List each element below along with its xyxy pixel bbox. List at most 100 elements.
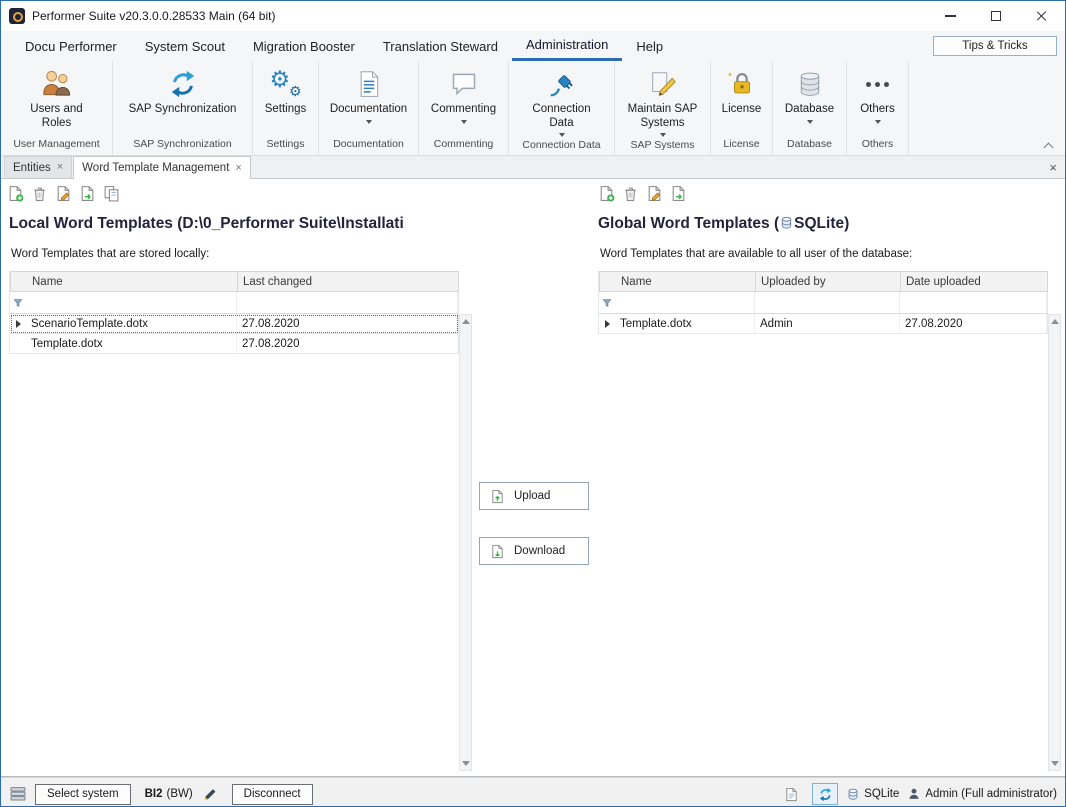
filter-cell-date-uploaded[interactable] <box>900 292 1047 313</box>
connected-system-name: BI2 <box>145 788 163 800</box>
delete-template-button[interactable] <box>620 183 640 203</box>
ribbon-group-label: User Management <box>1 136 112 155</box>
column-header-last-changed[interactable]: Last changed <box>238 272 458 291</box>
cell-name: Template.dotx <box>615 314 755 333</box>
add-file-icon <box>7 185 24 202</box>
table-row[interactable]: Template.dotx 27.08.2020 <box>10 334 459 354</box>
delete-template-button[interactable] <box>29 183 49 203</box>
row-selector <box>10 334 26 353</box>
user-status: Admin (Full administrator) <box>907 787 1057 801</box>
minimize-button[interactable] <box>927 1 973 31</box>
local-templates-toolbar <box>5 183 121 203</box>
ribbon-group-label: Settings <box>253 136 318 155</box>
column-header-name[interactable]: Name <box>27 272 238 291</box>
connected-system-type: (BW) <box>166 788 192 800</box>
table-row[interactable]: Template.dotx Admin 27.08.2020 <box>599 314 1048 334</box>
table-header-row: Name Last changed <box>10 271 459 292</box>
edit-template-button[interactable] <box>668 183 688 203</box>
tips-tricks-button[interactable]: Tips & Tricks <box>933 36 1057 56</box>
filter-icon <box>599 292 615 313</box>
filter-cell-last-changed[interactable] <box>237 292 458 313</box>
select-system-button[interactable]: Select system <box>35 784 131 805</box>
pen-icon <box>203 787 218 802</box>
sap-synchronization-button[interactable]: SAP Synchronization <box>113 61 252 136</box>
add-template-button[interactable] <box>596 183 616 203</box>
connection-data-button[interactable]: Connection Data <box>509 61 614 137</box>
settings-button[interactable]: ⚙⚙ Settings <box>253 61 318 136</box>
global-templates-table: Name Uploaded by Date uploaded Template.… <box>598 271 1048 334</box>
filter-cell-name[interactable] <box>26 292 237 313</box>
filter-cell-name[interactable] <box>615 292 755 313</box>
ribbon-group-connection-data: Connection Data Connection Data <box>509 61 615 155</box>
ribbon-item-label: Documentation <box>330 103 407 117</box>
tab-entities[interactable]: Entities × <box>4 156 72 178</box>
menu-tab-administration[interactable]: Administration <box>512 31 622 61</box>
filter-row <box>599 292 1048 314</box>
scroll-down-icon[interactable] <box>1051 761 1059 766</box>
open-file-icon <box>670 185 687 202</box>
chevron-down-icon <box>875 120 881 124</box>
ribbon-item-label: SAP Synchronization <box>129 103 237 117</box>
license-button[interactable]: * License <box>711 61 772 136</box>
user-label: Admin (Full administrator) <box>925 788 1057 800</box>
documentation-button[interactable]: Documentation <box>319 61 418 136</box>
ribbon-group-license: * License License <box>711 61 773 155</box>
close-button[interactable] <box>1019 1 1065 31</box>
menu-tab-docu-performer[interactable]: Docu Performer <box>11 31 131 61</box>
column-header-uploaded-by[interactable]: Uploaded by <box>756 272 901 291</box>
download-button[interactable]: Download <box>479 537 589 565</box>
disconnect-button[interactable]: Disconnect <box>232 784 313 805</box>
status-bar-right: SQLite Admin (Full administrator) <box>778 783 1057 805</box>
database-label: SQLite <box>864 788 899 800</box>
add-template-button[interactable] <box>5 183 25 203</box>
close-tab-icon[interactable]: × <box>235 163 241 174</box>
copy-template-button[interactable] <box>101 183 121 203</box>
ribbon-group-label: Database <box>773 136 846 155</box>
cell-name: ScenarioTemplate.dotx <box>26 314 237 333</box>
menu-tab-help[interactable]: Help <box>622 31 677 61</box>
menu-tab-migration-booster[interactable]: Migration Booster <box>239 31 369 61</box>
column-header-name[interactable]: Name <box>616 272 756 291</box>
ribbon-group-settings: ⚙⚙ Settings Settings <box>253 61 319 155</box>
scroll-up-icon[interactable] <box>1051 319 1059 324</box>
tab-word-template-management[interactable]: Word Template Management × <box>73 156 251 179</box>
collapse-ribbon-button[interactable] <box>1043 141 1055 151</box>
filter-row <box>10 292 459 314</box>
close-tab-icon[interactable]: × <box>57 162 63 173</box>
commenting-button[interactable]: Commenting <box>419 61 508 136</box>
scroll-down-icon[interactable] <box>462 761 470 766</box>
others-button[interactable]: Others <box>847 61 908 136</box>
local-table-scrollbar[interactable] <box>459 314 472 771</box>
app-logo-icon <box>9 8 25 24</box>
column-header-date-uploaded[interactable]: Date uploaded <box>901 272 1047 291</box>
cell-last-changed: 27.08.2020 <box>237 314 458 333</box>
document-icon <box>355 67 383 101</box>
rename-icon <box>55 185 72 202</box>
filter-cell-uploaded-by[interactable] <box>755 292 900 313</box>
close-document-button[interactable]: × <box>1049 156 1057 179</box>
report-button[interactable] <box>778 783 804 805</box>
edit-template-button[interactable] <box>77 183 97 203</box>
maintain-sap-systems-button[interactable]: Maintain SAP Systems <box>615 61 710 137</box>
global-table-scrollbar[interactable] <box>1048 314 1061 771</box>
maximize-button[interactable] <box>973 1 1019 31</box>
rename-template-button[interactable] <box>53 183 73 203</box>
database-button[interactable]: Database <box>773 61 846 136</box>
cell-date-uploaded: 27.08.2020 <box>900 314 1047 333</box>
trash-icon <box>31 185 48 202</box>
ribbon-group-database: Database Database <box>773 61 847 155</box>
scroll-up-icon[interactable] <box>462 319 470 324</box>
rename-template-button[interactable] <box>644 183 664 203</box>
download-label: Download <box>514 545 565 557</box>
menu-tab-translation-steward[interactable]: Translation Steward <box>369 31 512 61</box>
local-templates-title: Local Word Templates (D:\0_Performer Sui… <box>9 215 461 233</box>
pencil-icon <box>648 67 678 101</box>
refresh-button[interactable] <box>812 783 838 805</box>
menu-tab-system-scout[interactable]: System Scout <box>131 31 239 61</box>
tab-label: Word Template Management <box>82 162 229 174</box>
table-row[interactable]: ScenarioTemplate.dotx 27.08.2020 <box>10 314 459 334</box>
local-templates-table: Name Last changed ScenarioTemplate.dotx … <box>9 271 459 354</box>
row-selector-header <box>11 272 27 291</box>
upload-button[interactable]: Upload <box>479 482 589 510</box>
users-and-roles-button[interactable]: Users and Roles <box>1 61 112 136</box>
